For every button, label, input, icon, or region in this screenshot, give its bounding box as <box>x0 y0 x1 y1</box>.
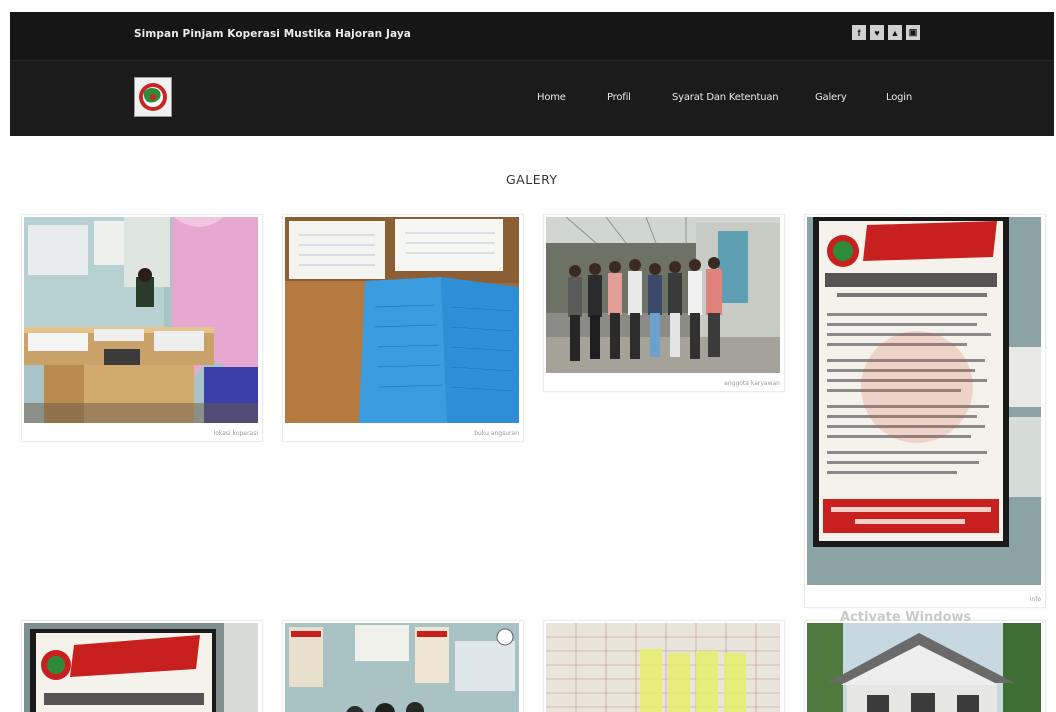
gallery-item-poster[interactable]: info <box>804 214 1046 608</box>
caption-poster: info <box>1029 596 1041 603</box>
youtube-icon[interactable]: ▲ <box>888 25 902 40</box>
twitter-icon[interactable]: ♥ <box>870 25 884 40</box>
installment-chart-photo[interactable] <box>546 623 780 712</box>
nav-syarat-dan-ketentuan[interactable]: Syarat Dan Ketentuan <box>672 92 779 103</box>
office-building-photo[interactable] <box>807 623 1041 712</box>
gallery-item-ledger[interactable]: buku angsuran <box>282 214 524 442</box>
gallery-item-office[interactable]: lokasi koperasi <box>21 214 263 442</box>
gallery-item-group[interactable]: anggota karyawan <box>543 214 785 392</box>
nav-home[interactable]: Home <box>537 92 566 103</box>
site-logo[interactable] <box>134 77 172 117</box>
gallery-item-chart[interactable] <box>543 620 785 712</box>
instagram-icon[interactable]: ▣ <box>906 25 920 40</box>
site-title: Simpan Pinjam Koperasi Mustika Hajoran J… <box>134 28 411 40</box>
work-rules-poster-photo[interactable] <box>24 623 258 712</box>
office-photo[interactable] <box>24 217 258 423</box>
gallery-item-building[interactable] <box>804 620 1046 712</box>
facebook-icon[interactable]: f <box>852 25 866 40</box>
nav-login[interactable]: Login <box>886 92 912 103</box>
rules-poster-photo[interactable] <box>807 217 1041 585</box>
gallery-item-work-rules[interactable] <box>21 620 263 712</box>
social-icons: f ♥ ▲ ▣ <box>852 25 920 40</box>
gallery-title: GALERY <box>506 172 558 187</box>
ledger-photo[interactable] <box>285 217 519 423</box>
group-photo[interactable] <box>546 217 780 373</box>
caption-office: lokasi koperasi <box>213 430 258 437</box>
nav-galery[interactable]: Galery <box>815 92 847 103</box>
gallery-item-meeting[interactable] <box>282 620 524 712</box>
meeting-photo[interactable] <box>285 623 519 712</box>
top-bar: Simpan Pinjam Koperasi Mustika Hajoran J… <box>10 12 1054 60</box>
caption-ledger: buku angsuran <box>474 430 519 437</box>
activate-windows-watermark: Activate Windows <box>840 610 972 625</box>
browser-page: Simpan Pinjam Koperasi Mustika Hajoran J… <box>10 12 1054 712</box>
caption-group: anggota karyawan <box>724 380 780 387</box>
nav-profil[interactable]: Profil <box>607 92 631 103</box>
main-navbar: Home Profil Syarat Dan Ketentuan Galery … <box>10 60 1054 136</box>
